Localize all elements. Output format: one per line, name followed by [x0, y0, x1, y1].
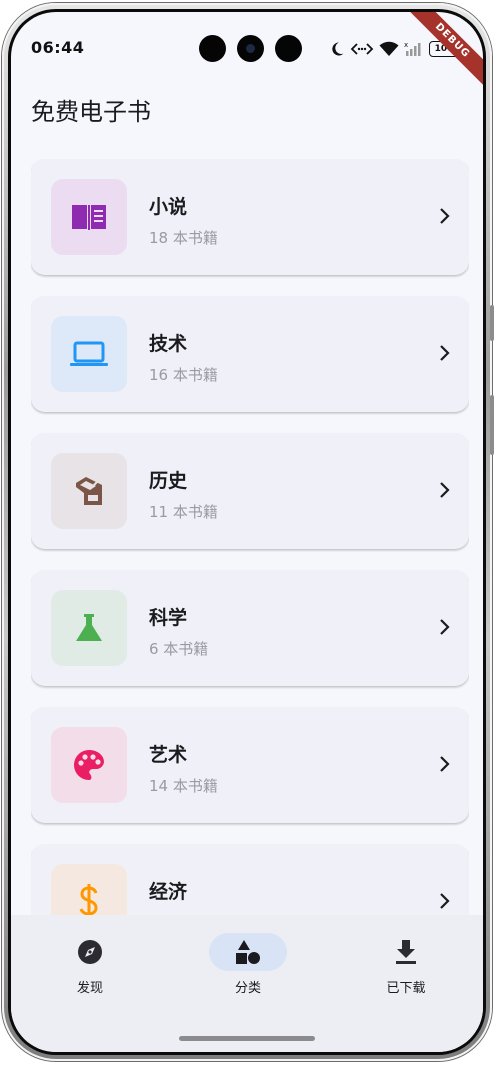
- category-card-science[interactable]: 科学 6 本书籍: [31, 570, 469, 686]
- home-indicator[interactable]: [179, 1036, 315, 1041]
- chevron-right-icon: [440, 345, 450, 361]
- category-count: 16 本书籍: [149, 366, 218, 384]
- flask-icon: [76, 614, 102, 641]
- category-icon-tile: [51, 727, 127, 803]
- category-card-art[interactable]: 艺术 14 本书籍: [31, 707, 469, 823]
- category-card-technology[interactable]: 技术 16 本书籍: [31, 296, 469, 412]
- category-name: 小说: [149, 196, 188, 218]
- category-name: 历史: [149, 470, 188, 492]
- chevron-right-icon: [440, 756, 450, 772]
- bottom-navigation: 发现 分类 已下载: [11, 915, 483, 1052]
- chevron-right-icon: [440, 893, 450, 909]
- signal-icon: x: [404, 41, 421, 56]
- chevron-right-icon: [440, 482, 450, 498]
- nav-category[interactable]: 分类: [193, 933, 303, 1003]
- category-icon-tile: [51, 316, 127, 392]
- data-sync-icon: [350, 43, 374, 55]
- chevron-right-icon: [440, 619, 450, 635]
- category-list[interactable]: 小说 18 本书籍 技术 16 本书籍 历史 11 本书籍 科学 6 本书籍 艺…: [31, 159, 469, 922]
- category-name: 艺术: [149, 744, 188, 766]
- nav-active-indicator: [209, 933, 287, 971]
- category-card-fiction[interactable]: 小说 18 本书籍: [31, 159, 469, 275]
- nav-icon-container: [51, 933, 129, 971]
- moon-icon: [332, 42, 344, 56]
- palette-icon: [74, 750, 104, 780]
- chevron-right-icon: [440, 208, 450, 224]
- category-icon-tile: [51, 864, 127, 922]
- category-name: 技术: [149, 333, 188, 355]
- category-shapes-icon: [236, 940, 260, 964]
- laptop-icon: [70, 341, 108, 366]
- power-button: [490, 395, 494, 455]
- category-card-economics[interactable]: 经济 16 本书籍: [31, 844, 469, 922]
- download-icon: [396, 940, 416, 964]
- camera-icon: [199, 35, 226, 62]
- nav-label: 发现: [76, 981, 103, 996]
- category-icon-tile: [51, 590, 127, 666]
- phone-frame: 06:44 x 100 DEBUG 免费电子书 小说 18 本书籍 技术 16 …: [2, 3, 494, 1061]
- category-count: 14 本书籍: [149, 777, 218, 795]
- nav-label: 分类: [234, 981, 261, 996]
- category-name: 科学: [149, 607, 188, 629]
- category-card-history[interactable]: 历史 11 本书籍: [31, 433, 469, 549]
- page-title: 免费电子书: [31, 98, 151, 126]
- nav-discover[interactable]: 发现: [35, 933, 145, 1003]
- book-open-icon: [72, 205, 106, 230]
- category-count: 6 本书籍: [149, 640, 209, 658]
- camera-icon: [237, 35, 264, 62]
- status-bar: 06:44 x 100 DEBUG: [11, 12, 483, 90]
- svg-text:x: x: [404, 41, 408, 49]
- compass-icon: [78, 940, 102, 964]
- status-time: 06:44: [31, 38, 85, 57]
- nav-label: 已下载: [386, 981, 426, 996]
- wifi-icon: [379, 41, 399, 56]
- category-icon-tile: [51, 453, 127, 529]
- category-icon-tile: [51, 179, 127, 255]
- category-count: 11 本书籍: [149, 503, 218, 521]
- history-edu-icon: [76, 477, 102, 505]
- category-count: 18 本书籍: [149, 229, 218, 247]
- bezel: 06:44 x 100 DEBUG 免费电子书 小说 18 本书籍 技术 16 …: [8, 9, 486, 1055]
- nav-icon-container: [367, 933, 445, 971]
- volume-button: [490, 305, 494, 341]
- category-name: 经济: [149, 881, 188, 903]
- app-screen: 06:44 x 100 DEBUG 免费电子书 小说 18 本书籍 技术 16 …: [11, 12, 483, 1052]
- camera-icon: [275, 35, 302, 62]
- nav-downloaded[interactable]: 已下载: [351, 933, 461, 1003]
